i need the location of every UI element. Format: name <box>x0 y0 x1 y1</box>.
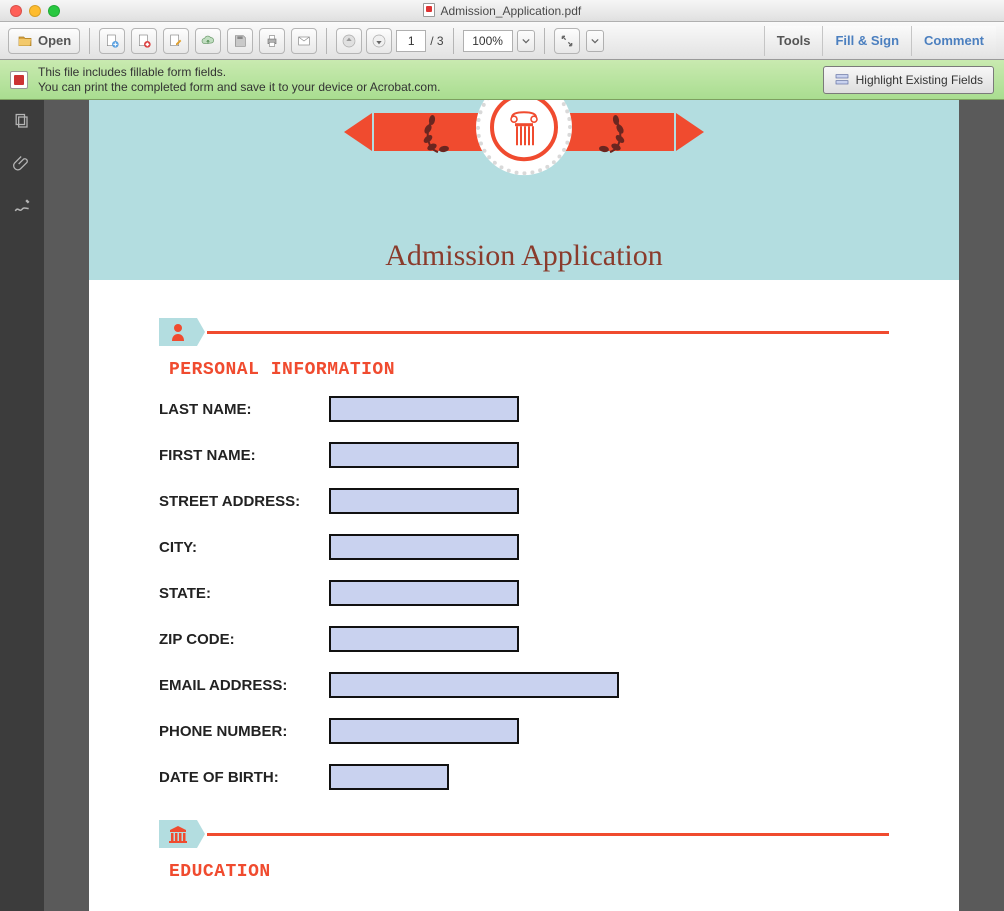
zoom-window-button[interactable] <box>48 5 60 17</box>
person-section-icon <box>159 318 197 346</box>
open-button[interactable]: Open <box>8 28 80 54</box>
highlight-fields-icon <box>834 72 850 88</box>
section-header-education <box>159 820 889 848</box>
save-icon <box>232 33 248 49</box>
label-last-name: LAST NAME: <box>159 401 329 418</box>
pdf-file-icon <box>423 3 435 17</box>
edit-icon <box>168 33 184 49</box>
document-header: Admission Application <box>89 100 959 280</box>
section-rule <box>207 833 889 836</box>
tools-panel-button[interactable]: Tools <box>764 26 823 56</box>
label-first-name: FIRST NAME: <box>159 447 329 464</box>
read-mode-button[interactable] <box>554 28 580 54</box>
form-notice-bar: This file includes fillable form fields.… <box>0 60 1004 100</box>
section-rule <box>207 331 889 334</box>
attachments-panel-button[interactable] <box>10 152 34 176</box>
label-dob: DATE OF BIRTH: <box>159 769 329 786</box>
input-city[interactable] <box>329 534 519 560</box>
label-street-address: STREET ADDRESS: <box>159 493 329 510</box>
create-pdf-icon <box>104 33 120 49</box>
section-header-personal <box>159 318 889 346</box>
input-state[interactable] <box>329 580 519 606</box>
label-city: CITY: <box>159 539 329 556</box>
input-zip-code[interactable] <box>329 626 519 652</box>
minimize-window-button[interactable] <box>29 5 41 17</box>
print-icon <box>264 33 280 49</box>
expand-icon <box>559 33 575 49</box>
crest-seal <box>476 100 572 175</box>
fill-sign-label: Fill & Sign <box>835 33 899 48</box>
document-title: Admission Application <box>385 239 663 273</box>
create-pdf-button[interactable] <box>99 28 125 54</box>
notice-message: This file includes fillable form fields.… <box>38 65 813 95</box>
close-window-button[interactable] <box>10 5 22 17</box>
laurel-left-icon <box>414 107 464 157</box>
section-title-education: EDUCATION <box>169 862 889 882</box>
section-title-personal: PERSONAL INFORMATION <box>169 360 889 380</box>
folder-open-icon <box>17 33 33 49</box>
column-icon <box>502 105 546 149</box>
signatures-panel-button[interactable] <box>10 194 34 218</box>
window-title-text: Admission_Application.pdf <box>440 4 581 18</box>
save-button[interactable] <box>227 28 253 54</box>
edit-pdf-button[interactable] <box>163 28 189 54</box>
chevron-down-icon <box>591 37 599 45</box>
label-zip-code: ZIP CODE: <box>159 631 329 648</box>
arrow-down-icon <box>371 33 387 49</box>
arrow-up-icon <box>341 33 357 49</box>
email-icon <box>296 33 312 49</box>
cloud-upload-icon <box>200 33 216 49</box>
convert-pdf-icon <box>136 33 152 49</box>
input-phone[interactable] <box>329 718 519 744</box>
page-up-button[interactable] <box>336 28 362 54</box>
page-down-button[interactable] <box>366 28 392 54</box>
notice-line1: This file includes fillable form fields. <box>38 65 813 80</box>
comment-panel-button[interactable]: Comment <box>911 26 996 56</box>
input-street-address[interactable] <box>329 488 519 514</box>
tools-label: Tools <box>777 33 811 48</box>
view-options-dropdown[interactable] <box>586 30 604 52</box>
highlight-fields-label: Highlight Existing Fields <box>856 73 983 87</box>
page-count-label: / 3 <box>430 34 443 48</box>
input-email[interactable] <box>329 672 619 698</box>
label-email: EMAIL ADDRESS: <box>159 677 329 694</box>
window-title: Admission_Application.pdf <box>0 3 1004 18</box>
window-controls <box>0 5 60 17</box>
pdf-form-icon <box>10 71 28 89</box>
pdf-page: Admission Application PERSONAL INFORMATI… <box>89 100 959 911</box>
paperclip-icon <box>12 154 32 174</box>
page-number-input[interactable] <box>396 30 426 52</box>
email-button[interactable] <box>291 28 317 54</box>
thumbnails-panel-button[interactable] <box>10 110 34 134</box>
cloud-button[interactable] <box>195 28 221 54</box>
zoom-dropdown-button[interactable] <box>517 30 535 52</box>
open-button-label: Open <box>38 33 71 48</box>
print-button[interactable] <box>259 28 285 54</box>
fill-sign-panel-button[interactable]: Fill & Sign <box>822 26 911 56</box>
comment-label: Comment <box>924 33 984 48</box>
main-toolbar: Open <box>0 22 1004 60</box>
signature-icon <box>12 196 32 216</box>
thumbnails-icon <box>12 112 32 132</box>
highlight-fields-button[interactable]: Highlight Existing Fields <box>823 66 994 94</box>
convert-pdf-button[interactable] <box>131 28 157 54</box>
input-first-name[interactable] <box>329 442 519 468</box>
label-phone: PHONE NUMBER: <box>159 723 329 740</box>
nav-sidebar <box>0 100 44 911</box>
chevron-down-icon <box>522 37 530 45</box>
input-dob[interactable] <box>329 764 449 790</box>
header-ribbon <box>309 107 739 157</box>
laurel-right-icon <box>584 107 634 157</box>
label-state: STATE: <box>159 585 329 602</box>
document-view[interactable]: Admission Application PERSONAL INFORMATI… <box>44 100 1004 911</box>
input-last-name[interactable] <box>329 396 519 422</box>
window-titlebar: Admission_Application.pdf <box>0 0 1004 22</box>
notice-line2: You can print the completed form and sav… <box>38 80 813 95</box>
zoom-input[interactable] <box>463 30 513 52</box>
building-section-icon <box>159 820 197 848</box>
